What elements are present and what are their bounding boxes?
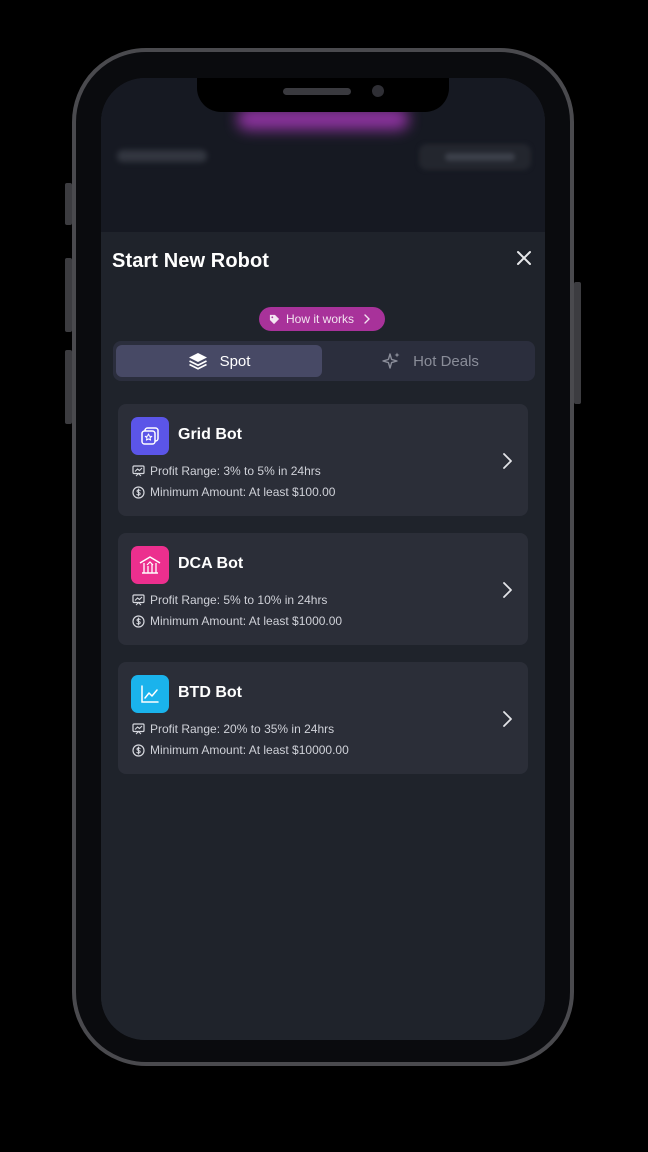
profit-chart-icon bbox=[132, 594, 145, 606]
profit-range-row: Profit Range: 3% to 5% in 24hrs bbox=[132, 464, 321, 478]
volume-down-button bbox=[65, 350, 72, 424]
profit-range-text: Profit Range: 20% to 35% in 24hrs bbox=[150, 722, 335, 736]
chevron-right-icon bbox=[364, 314, 371, 324]
minimum-amount-row: Minimum Amount: At least $100.00 bbox=[132, 485, 335, 499]
how-it-works-label: How it works bbox=[286, 312, 355, 326]
profit-range-row: Profit Range: 20% to 35% in 24hrs bbox=[132, 722, 334, 736]
tab-spot[interactable]: Spot bbox=[116, 345, 322, 377]
bot-name: BTD Bot bbox=[178, 684, 242, 701]
btd-bot-icon bbox=[131, 675, 169, 713]
power-button bbox=[574, 282, 581, 404]
bot-name: Grid Bot bbox=[178, 426, 242, 443]
profit-range-text: Profit Range: 5% to 10% in 24hrs bbox=[150, 593, 328, 607]
dollar-coin-icon bbox=[132, 485, 145, 499]
tab-hot-deals[interactable]: Hot Deals bbox=[327, 345, 533, 377]
sheet-title: Start New Robot bbox=[112, 250, 270, 272]
device-mockup: Start New Robot How it works Spot Hot De… bbox=[0, 0, 648, 1152]
bot-card-grid[interactable]: Grid Bot Profit Range: 3% to 5% in 24hrs… bbox=[118, 404, 528, 516]
bot-name: DCA Bot bbox=[178, 555, 244, 572]
tag-icon bbox=[269, 314, 280, 324]
profit-chart-icon bbox=[132, 465, 145, 477]
dollar-coin-icon bbox=[132, 743, 145, 757]
minimum-amount-row: Minimum Amount: At least $1000.00 bbox=[132, 614, 342, 628]
profit-chart-icon bbox=[132, 723, 145, 735]
minimum-amount-text: Minimum Amount: At least $10000.00 bbox=[150, 743, 349, 757]
minimum-amount-text: Minimum Amount: At least $100.00 bbox=[150, 485, 336, 499]
grid-bot-icon bbox=[131, 417, 169, 455]
dollar-coin-icon bbox=[132, 614, 145, 628]
profit-range-text: Profit Range: 3% to 5% in 24hrs bbox=[150, 464, 321, 478]
dca-bot-icon bbox=[131, 546, 169, 584]
front-camera bbox=[372, 85, 384, 97]
profit-range-row: Profit Range: 5% to 10% in 24hrs bbox=[132, 593, 327, 607]
tab-hot-deals-label: Hot Deals bbox=[413, 352, 479, 370]
bot-card-btd[interactable]: BTD Bot Profit Range: 20% to 35% in 24hr… bbox=[118, 662, 528, 774]
volume-up-button bbox=[65, 258, 72, 332]
chevron-right-icon bbox=[503, 582, 512, 598]
close-button[interactable] bbox=[513, 247, 535, 269]
close-icon bbox=[517, 251, 531, 265]
background-blurred-button bbox=[419, 144, 531, 170]
how-it-works-button[interactable]: How it works bbox=[259, 307, 386, 331]
speaker-grille bbox=[283, 88, 351, 95]
minimum-amount-text: Minimum Amount: At least $1000.00 bbox=[150, 614, 343, 628]
bot-type-tabs: Spot Hot Deals bbox=[113, 341, 535, 381]
chevron-right-icon bbox=[503, 711, 512, 727]
minimum-amount-row: Minimum Amount: At least $10000.00 bbox=[132, 743, 349, 757]
bot-card-dca[interactable]: DCA Bot Profit Range: 5% to 10% in 24hrs… bbox=[118, 533, 528, 645]
phone-screen: Start New Robot How it works Spot Hot De… bbox=[101, 78, 545, 1040]
chevron-right-icon bbox=[503, 453, 512, 469]
layers-icon bbox=[188, 353, 207, 370]
sparkles-icon bbox=[382, 352, 400, 369]
notch bbox=[197, 78, 449, 112]
silent-switch bbox=[65, 183, 72, 225]
background-blurred-text bbox=[117, 150, 207, 162]
tab-spot-label: Spot bbox=[219, 352, 251, 370]
start-robot-sheet: Start New Robot How it works Spot Hot De… bbox=[101, 232, 545, 1040]
